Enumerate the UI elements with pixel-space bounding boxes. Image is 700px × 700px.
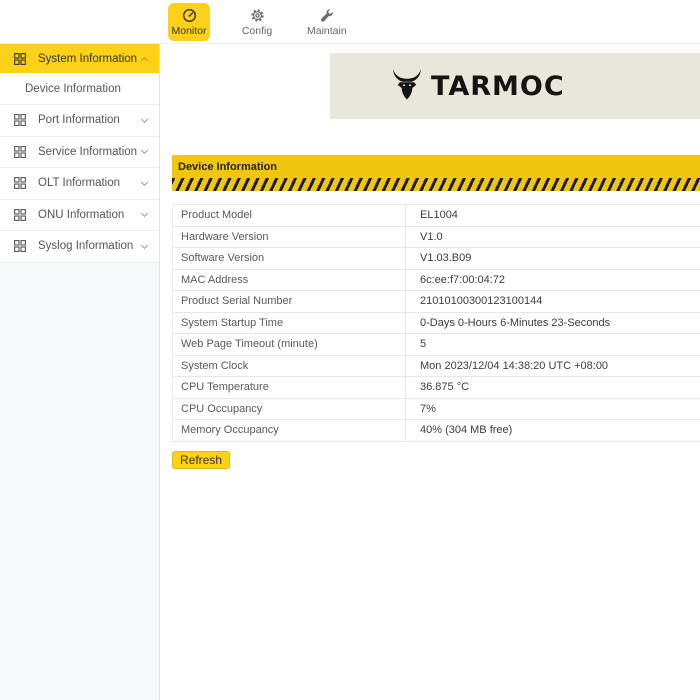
table-row: Web Page Timeout (minute) 5 bbox=[173, 334, 700, 356]
table-cell-label: CPU Temperature bbox=[173, 377, 406, 398]
bull-icon bbox=[392, 67, 422, 106]
grid-icon bbox=[14, 114, 26, 126]
table-cell-label: Product Serial Number bbox=[173, 291, 406, 312]
table-cell-value: 36.875 °C bbox=[406, 377, 700, 398]
table-cell-value: Mon 2023/12/04 14:38:20 UTC +08:00 bbox=[406, 356, 700, 377]
hazard-stripes bbox=[172, 178, 700, 191]
tab-label: Maintain bbox=[307, 25, 347, 37]
table-cell-value: 0-Days 0-Hours 6-Minutes 23-Seconds bbox=[406, 313, 700, 334]
table-row: Software Version V1.03.B09 bbox=[173, 248, 700, 270]
wrench-icon bbox=[319, 7, 334, 23]
table-row: CPU Occupancy 7% bbox=[173, 399, 700, 421]
gear-icon bbox=[250, 7, 265, 23]
table-cell-label: Hardware Version bbox=[173, 227, 406, 248]
sidebar-item-label: Device Information bbox=[25, 83, 147, 95]
grid-icon bbox=[14, 146, 26, 158]
table-row: System Startup Time 0-Days 0-Hours 6-Min… bbox=[173, 313, 700, 335]
tab-label: Monitor bbox=[171, 25, 206, 37]
table-cell-label: Product Model bbox=[173, 205, 406, 226]
grid-icon bbox=[14, 177, 26, 189]
table-row: CPU Temperature 36.875 °C bbox=[173, 377, 700, 399]
chevron-down-icon bbox=[141, 56, 148, 63]
brand-name: TARMOC bbox=[431, 71, 565, 102]
sidebar-item-label: OLT Information bbox=[38, 177, 142, 189]
table-cell-value: 5 bbox=[406, 334, 700, 355]
chevron-down-icon bbox=[141, 147, 148, 154]
device-information-section: Device Information bbox=[172, 155, 700, 191]
section-title: Device Information bbox=[178, 161, 277, 173]
table-cell-label: System Startup Time bbox=[173, 313, 406, 334]
table-row: Memory Occupancy 40% (304 MB free) bbox=[173, 420, 700, 442]
sidebar-item-label: ONU Information bbox=[38, 209, 142, 221]
sidebar-item-label: Syslog Information bbox=[38, 240, 142, 252]
table-cell-value: 21010100300123100144 bbox=[406, 291, 700, 312]
section-title-bar: Device Information bbox=[172, 155, 700, 178]
table-row: Hardware Version V1.0 bbox=[173, 227, 700, 249]
sidebar-item-olt-information[interactable]: OLT Information bbox=[0, 168, 159, 200]
table-cell-value: V1.03.B09 bbox=[406, 248, 700, 269]
sidebar: System Information Device Information bbox=[0, 44, 160, 700]
sidebar-item-onu-information[interactable]: ONU Information bbox=[0, 200, 159, 232]
sidebar-item-service-information[interactable]: Service Information bbox=[0, 137, 159, 169]
table-cell-value: 7% bbox=[406, 399, 700, 420]
table-cell-label: Software Version bbox=[173, 248, 406, 269]
device-info-table: Product Model EL1004 Hardware Version V1… bbox=[172, 204, 700, 442]
tab-monitor[interactable]: Monitor bbox=[168, 3, 210, 41]
table-cell-label: Web Page Timeout (minute) bbox=[173, 334, 406, 355]
table-row: Product Serial Number 210101003001231001… bbox=[173, 291, 700, 313]
main-content: TARMOC Device Information Product Model … bbox=[160, 44, 700, 700]
table-row: MAC Address 6c:ee:f7:00:04:72 bbox=[173, 270, 700, 292]
table-cell-label: CPU Occupancy bbox=[173, 399, 406, 420]
top-header: Monitor Config Maintain bbox=[0, 0, 700, 44]
chevron-down-icon bbox=[141, 116, 148, 123]
tab-maintain[interactable]: Maintain bbox=[304, 3, 350, 41]
table-cell-label: System Clock bbox=[173, 356, 406, 377]
chevron-down-icon bbox=[141, 210, 148, 217]
sidebar-item-system-information[interactable]: System Information bbox=[0, 44, 159, 73]
gauge-icon bbox=[182, 7, 197, 23]
sidebar-item-label: Port Information bbox=[38, 114, 142, 126]
grid-icon bbox=[14, 53, 26, 65]
grid-icon bbox=[14, 240, 26, 252]
sidebar-item-label: System Information bbox=[38, 53, 142, 65]
table-cell-label: Memory Occupancy bbox=[173, 420, 406, 441]
grid-icon bbox=[14, 209, 26, 221]
table-cell-value: 6c:ee:f7:00:04:72 bbox=[406, 270, 700, 291]
sidebar-item-device-information[interactable]: Device Information bbox=[0, 73, 159, 105]
chevron-down-icon bbox=[141, 242, 148, 249]
table-cell-value: EL1004 bbox=[406, 205, 700, 226]
top-tab-bar: Monitor Config Maintain bbox=[168, 3, 350, 41]
table-cell-value: 40% (304 MB free) bbox=[406, 420, 700, 441]
chevron-down-icon bbox=[141, 179, 148, 186]
sidebar-item-port-information[interactable]: Port Information bbox=[0, 105, 159, 137]
tab-config[interactable]: Config bbox=[236, 3, 278, 41]
table-row: Product Model EL1004 bbox=[173, 205, 700, 227]
refresh-button[interactable]: Refresh bbox=[172, 451, 230, 469]
table-row: System Clock Mon 2023/12/04 14:38:20 UTC… bbox=[173, 356, 700, 378]
sidebar-item-label: Service Information bbox=[38, 146, 142, 158]
brand-banner: TARMOC bbox=[330, 53, 700, 119]
table-cell-label: MAC Address bbox=[173, 270, 406, 291]
tab-label: Config bbox=[242, 25, 272, 37]
sidebar-item-syslog-information[interactable]: Syslog Information bbox=[0, 231, 159, 263]
table-cell-value: V1.0 bbox=[406, 227, 700, 248]
